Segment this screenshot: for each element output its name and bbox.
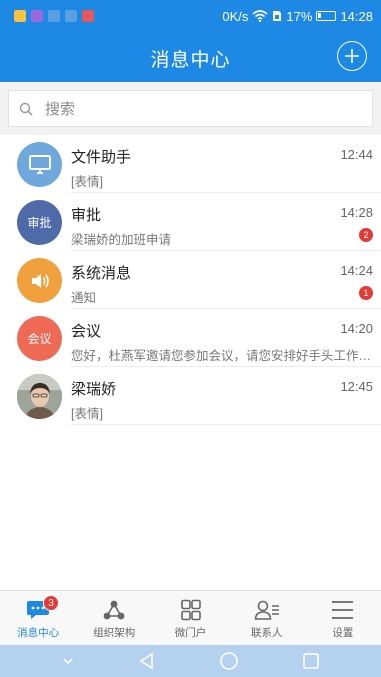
net-speed: 0K/s xyxy=(222,8,249,24)
tab-message-center[interactable]: 3 消息中心 xyxy=(0,591,76,645)
notification-icon xyxy=(31,10,43,22)
notification-icon xyxy=(48,10,60,22)
tab-organization[interactable]: 组织架构 xyxy=(76,591,152,645)
app-header: 消息中心 xyxy=(0,32,381,82)
notification-icon xyxy=(82,10,94,22)
conversation-preview: [表情] xyxy=(71,407,103,421)
contact-icon xyxy=(254,600,279,620)
search-placeholder: 搜索 xyxy=(45,101,76,118)
tab-label: 微门户 xyxy=(174,627,207,639)
notification-icon xyxy=(65,10,77,22)
user-photo xyxy=(17,374,62,419)
home-icon[interactable] xyxy=(219,651,239,671)
search-icon xyxy=(19,102,33,116)
back-icon[interactable] xyxy=(138,652,156,670)
conversation-name: 审批 xyxy=(71,207,102,224)
conversation-row-contact[interactable]: 梁瑞娇 12:45 [表情] xyxy=(0,367,381,425)
battery-icon xyxy=(316,11,337,21)
avatar xyxy=(17,258,62,303)
conversation-name: 会议 xyxy=(71,323,102,340)
grid-icon xyxy=(180,599,201,621)
recents-icon[interactable] xyxy=(302,652,320,670)
avatar xyxy=(17,142,62,187)
add-button[interactable] xyxy=(337,41,367,71)
search-input[interactable]: 搜索 xyxy=(8,90,373,127)
sim-icon xyxy=(273,11,282,21)
conversation-preview: 梁瑞娇的加班申请 xyxy=(71,233,172,247)
tab-label: 设置 xyxy=(332,627,354,639)
conversation-name: 系统消息 xyxy=(71,265,132,282)
tab-label: 消息中心 xyxy=(17,627,60,639)
system-nav-bar xyxy=(0,645,381,677)
speaker-icon xyxy=(31,273,49,288)
battery-percent: 17% xyxy=(286,8,313,24)
conversation-row-file-assistant[interactable]: 文件助手 12:44 [表情] xyxy=(0,135,381,193)
search-area: 搜索 xyxy=(0,82,381,135)
notification-icons xyxy=(14,10,94,22)
plus-circle-icon xyxy=(345,49,359,63)
conversation-preview: 通知 xyxy=(71,291,97,305)
unread-badge: 2 xyxy=(359,228,373,242)
conversation-time: 14:20 xyxy=(340,321,373,336)
conversation-time: 14:28 xyxy=(340,205,373,220)
tab-micro-portal[interactable]: 微门户 xyxy=(152,591,228,645)
clock: 14:28 xyxy=(340,8,373,24)
avatar: 审批 xyxy=(17,200,62,245)
tab-badge: 3 xyxy=(43,595,59,611)
monitor-icon xyxy=(28,154,51,174)
conversation-row-meeting[interactable]: 会议 会议 14:20 您好，杜燕军邀请您参加会议，请您安排好手头工作，... xyxy=(0,309,381,367)
conversation-preview: 您好，杜燕军邀请您参加会议，请您安排好手头工作，... xyxy=(71,349,376,363)
page-title: 消息中心 xyxy=(150,50,231,71)
status-bar: 0K/s 17% 14:28 xyxy=(0,0,381,32)
wifi-icon xyxy=(252,10,268,22)
unread-badge: 1 xyxy=(359,286,373,300)
avatar: 会议 xyxy=(17,316,62,361)
tab-contacts[interactable]: 联系人 xyxy=(229,591,305,645)
tab-label: 组织架构 xyxy=(93,627,136,639)
status-right: 0K/s 17% 14:28 xyxy=(222,9,373,24)
tab-settings[interactable]: 设置 xyxy=(305,591,381,645)
conversation-preview: [表情] xyxy=(71,175,103,189)
avatar xyxy=(17,374,62,419)
conversation-list: 文件助手 12:44 [表情] 审批 审批 14:28 梁瑞娇的加班申请 2 系… xyxy=(0,135,381,425)
notification-icon xyxy=(14,10,26,22)
conversation-time: 12:45 xyxy=(340,379,373,394)
conversation-name: 文件助手 xyxy=(71,149,132,166)
conversation-time: 14:24 xyxy=(340,263,373,278)
menu-lines-icon xyxy=(331,600,353,620)
conversation-row-system[interactable]: 系统消息 14:24 通知 1 xyxy=(0,251,381,309)
bottom-tab-bar: 3 消息中心 组织架构 微门户 联系人 设置 xyxy=(0,590,381,645)
chevron-down-icon[interactable] xyxy=(61,656,75,666)
conversation-time: 12:44 xyxy=(340,147,373,162)
conversation-row-approval[interactable]: 审批 审批 14:28 梁瑞娇的加班申请 2 xyxy=(0,193,381,251)
org-chart-icon xyxy=(103,600,125,620)
divider xyxy=(71,424,381,425)
conversation-name: 梁瑞娇 xyxy=(71,381,117,398)
tab-label: 联系人 xyxy=(250,627,283,639)
